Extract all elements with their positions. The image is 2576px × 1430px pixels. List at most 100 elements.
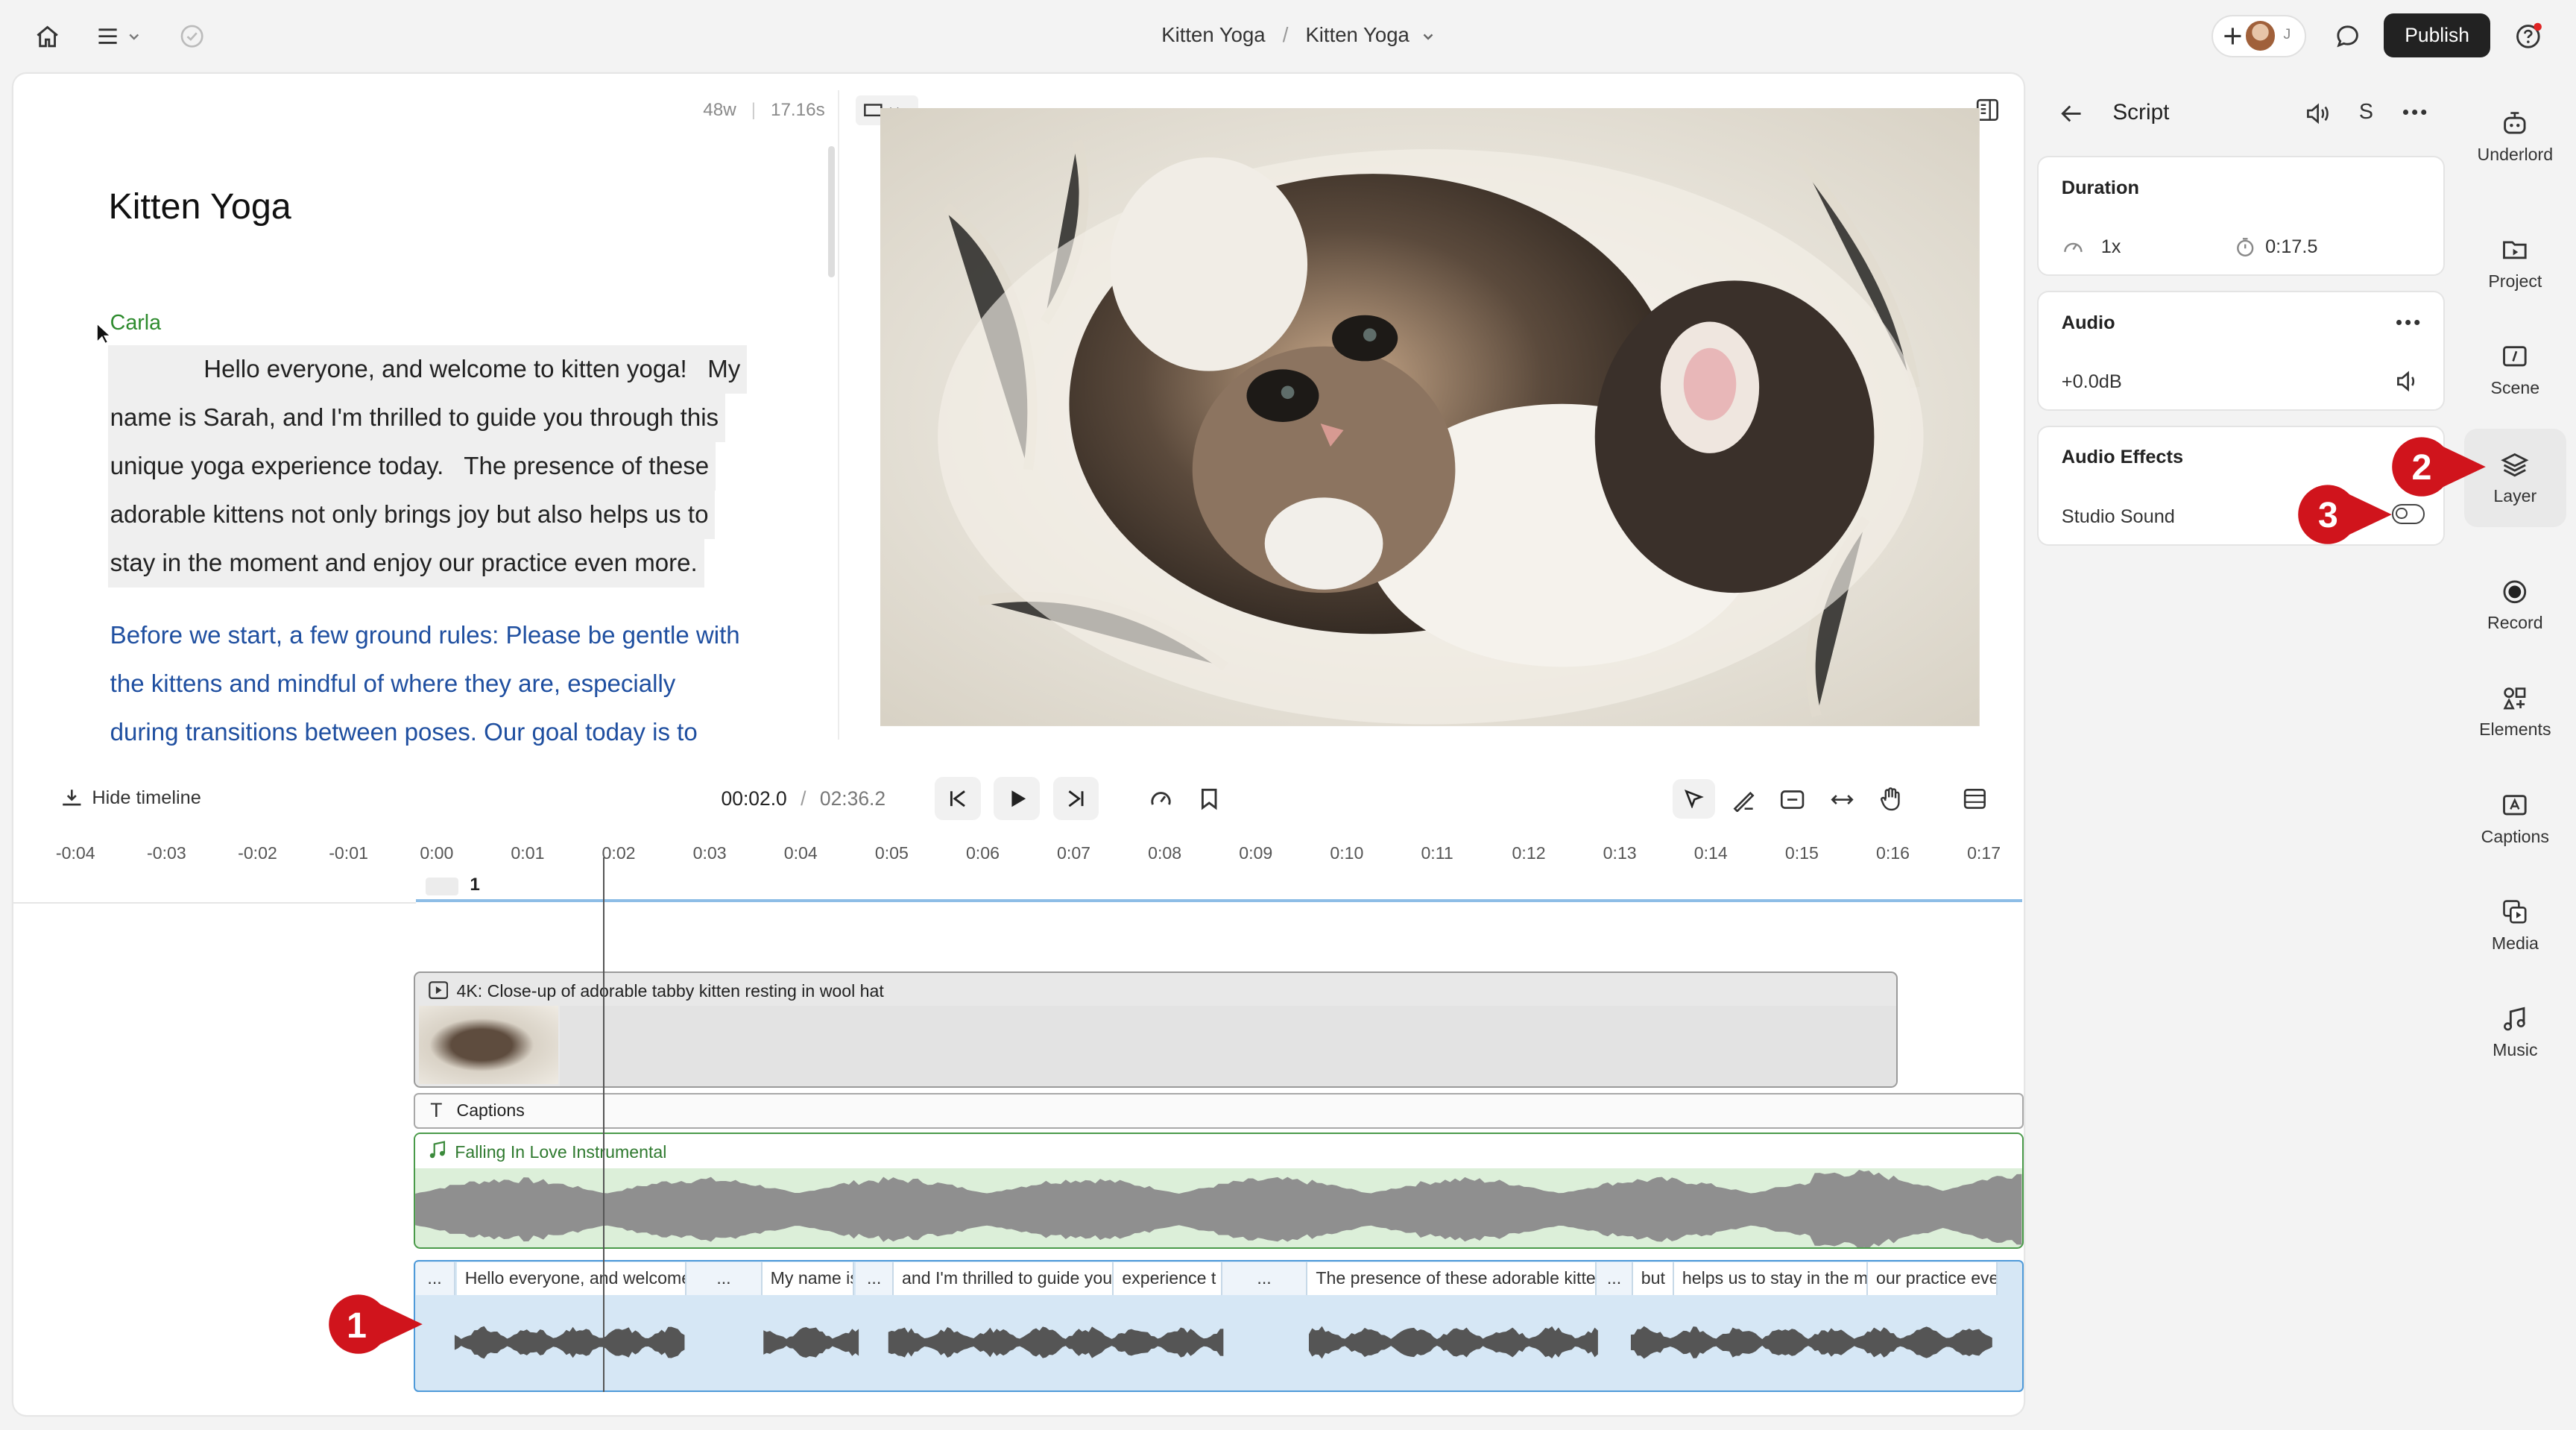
paragraph-line[interactable]: the kittens and mindful of where they ar… xyxy=(110,660,833,708)
select-arrow-icon xyxy=(1684,789,1704,809)
time-separator: / xyxy=(801,787,806,810)
sidebar-item-record[interactable]: Record xyxy=(2464,577,2566,633)
script-segment[interactable]: but xyxy=(1632,1262,1674,1295)
document-title[interactable]: Kitten Yoga xyxy=(108,186,291,227)
speed-value[interactable]: 1x xyxy=(2101,236,2121,258)
paragraph-line[interactable]: Before we start, a few ground rules: Ple… xyxy=(110,611,833,660)
more-options-icon[interactable] xyxy=(2402,108,2428,116)
slip-tool-icon[interactable] xyxy=(1779,787,1805,812)
audio-volume-icon[interactable] xyxy=(2395,370,2421,393)
breadcrumb-project[interactable]: Kitten Yoga xyxy=(1161,23,1265,46)
playback-speed-icon[interactable] xyxy=(1149,787,1173,812)
editor-preview-divider[interactable] xyxy=(838,90,840,740)
speed-icon[interactable] xyxy=(2062,236,2085,258)
stretch-tool-icon[interactable] xyxy=(1830,787,1854,812)
script-editor[interactable]: 48w | 17.16s Kitten Yoga Carla / Hello e… xyxy=(13,74,838,760)
ruler-tick-label: 0:00 xyxy=(420,842,454,863)
duration-value[interactable]: 0:17.5 xyxy=(2265,236,2317,258)
ruler-tick-label: 0:06 xyxy=(965,842,1000,863)
playhead[interactable] xyxy=(602,857,605,1392)
comments-icon[interactable] xyxy=(2333,22,2363,51)
bookmark-icon[interactable] xyxy=(1199,787,1219,810)
script-segment[interactable]: My name is xyxy=(762,1262,855,1295)
skip-back-button[interactable] xyxy=(935,777,981,820)
audio-more-icon[interactable] xyxy=(2395,318,2421,327)
chevron-down-icon[interactable] xyxy=(1420,28,1436,45)
breadcrumb-document[interactable]: Kitten Yoga xyxy=(1305,23,1409,46)
music-icon xyxy=(2500,1004,2530,1034)
speaker-label[interactable]: Carla xyxy=(110,311,161,336)
paragraph-1[interactable]: Hello everyone, and welcome to kitten yo… xyxy=(108,344,831,588)
sidebar-item-captions[interactable]: Captions xyxy=(2464,790,2566,846)
paragraph-line[interactable]: Hello everyone, and welcome to kitten yo… xyxy=(108,344,748,394)
hand-tool-icon[interactable] xyxy=(1879,786,1904,812)
script-segment[interactable]: helps us to stay in the moment xyxy=(1673,1262,1868,1295)
studio-sound-toggle[interactable] xyxy=(2391,504,2425,524)
ruler-tick-label: 0:04 xyxy=(783,842,818,863)
paragraph-line[interactable]: unique yoga experience today. The presen… xyxy=(108,441,716,491)
sidebar-item-underlord[interactable]: Underlord xyxy=(2464,108,2566,164)
paragraph-line[interactable]: stay in the moment and enjoy our practic… xyxy=(108,538,704,588)
blade-tool-icon[interactable] xyxy=(1731,787,1756,812)
video-clip[interactable]: 4K: Close-up of adorable tabby kitten re… xyxy=(414,971,1898,1089)
editor-scrollbar[interactable] xyxy=(827,146,835,278)
script-segment[interactable]: The presence of these adorable kittens xyxy=(1307,1262,1597,1295)
script-segment[interactable]: ... xyxy=(686,1262,763,1295)
script-segment[interactable]: ... xyxy=(415,1262,455,1295)
ruler-tick-label: 0:02 xyxy=(602,842,636,863)
back-arrow-icon[interactable] xyxy=(2060,102,2083,125)
avatar xyxy=(2245,21,2276,51)
hide-timeline-button[interactable]: Hide timeline xyxy=(61,787,201,809)
sidebar-item-project[interactable]: Project xyxy=(2464,235,2566,291)
volume-icon[interactable] xyxy=(2305,102,2331,125)
captions-icon xyxy=(2500,790,2530,820)
script-stats: 48w | 17.16s xyxy=(703,100,825,121)
home-icon[interactable] xyxy=(33,22,63,51)
paragraph-2[interactable]: Before we start, a few ground rules: Ple… xyxy=(110,611,833,757)
script-segment[interactable]: ... xyxy=(1597,1262,1633,1295)
video-clip-title: 4K: Close-up of adorable tabby kitten re… xyxy=(456,980,884,1001)
sidebar-label: Layer xyxy=(2493,486,2537,506)
sidebar-item-scene[interactable]: Scene xyxy=(2464,341,2566,397)
sidebar-label: Record xyxy=(2487,613,2543,633)
sidebar-item-music[interactable]: Music xyxy=(2464,1004,2566,1060)
script-segment[interactable]: our practice even xyxy=(1867,1262,1998,1295)
paragraph-line[interactable]: name is Sarah, and I'm thrilled to guide… xyxy=(108,393,725,442)
paragraph-line[interactable]: during transitions between poses. Our go… xyxy=(110,708,833,757)
collaborators-pill[interactable]: J xyxy=(2211,14,2307,58)
top-bar: Kitten Yoga / Kitten Yoga J Publish xyxy=(0,0,2576,72)
timeline-ruler[interactable]: -0:04 -0:03 -0:02 -0:01 0:00 0:01 0:02 0:03 0:04… xyxy=(13,835,2024,871)
gain-value[interactable]: +0.0dB xyxy=(2062,371,2122,393)
timeline-layout-icon[interactable] xyxy=(1963,787,1986,810)
layers-icon xyxy=(2500,450,2530,480)
play-button[interactable] xyxy=(994,777,1041,820)
captions-track[interactable]: T Captions xyxy=(414,1092,2024,1130)
scene-marker[interactable]: 1 xyxy=(415,872,2023,902)
sidebar-label: Scene xyxy=(2490,377,2540,397)
script-segment[interactable]: and I'm thrilled to guide you xyxy=(893,1262,1114,1295)
script-segment[interactable]: experience t xyxy=(1114,1262,1222,1295)
publish-button[interactable]: Publish xyxy=(2384,13,2491,58)
paragraph-line[interactable]: adorable kittens not only brings joy but… xyxy=(108,490,716,539)
music-track-icon xyxy=(429,1140,446,1159)
duration-heading: Duration xyxy=(2061,177,2139,198)
speaker-initial[interactable]: S xyxy=(2359,100,2373,125)
select-tool-button[interactable] xyxy=(1672,778,1715,819)
video-preview[interactable] xyxy=(880,108,1980,727)
script-segment[interactable]: ... xyxy=(1222,1262,1308,1295)
hide-timeline-icon xyxy=(61,787,83,807)
track-area-separator xyxy=(13,901,416,904)
add-collaborator-icon[interactable] xyxy=(2221,25,2244,48)
menu-icon[interactable] xyxy=(95,22,145,51)
script-segment[interactable]: Hello everyone, and welcome xyxy=(456,1262,687,1295)
sidebar-item-elements[interactable]: Elements xyxy=(2464,684,2566,740)
skip-forward-button[interactable] xyxy=(1052,777,1099,820)
ruler-tick-label: -0:01 xyxy=(329,842,368,863)
sidebar-label: Media xyxy=(2491,933,2539,953)
annotation-number: 2 xyxy=(2411,447,2432,488)
script-segment[interactable]: ... xyxy=(856,1262,894,1295)
current-time[interactable]: 00:02.0 xyxy=(722,787,787,810)
music-track[interactable]: Falling In Love Instrumental xyxy=(414,1132,2024,1250)
help-icon[interactable] xyxy=(2513,22,2543,51)
sidebar-item-media[interactable]: Media xyxy=(2464,897,2566,953)
